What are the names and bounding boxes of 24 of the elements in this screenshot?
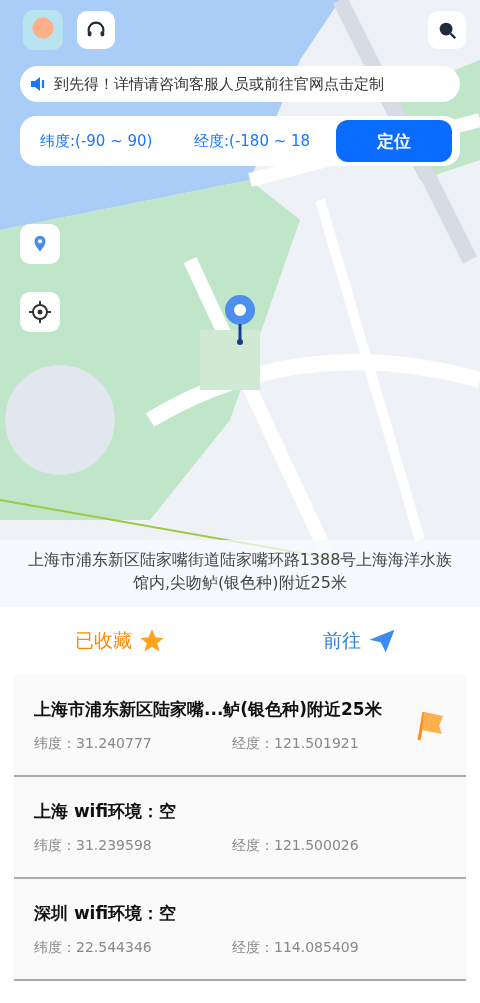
locate-button[interactable]: 定位	[336, 120, 452, 162]
location-item[interactable]: 深圳 wifi环境：空 纬度：22.544346 经度：114.085409	[14, 879, 466, 981]
crosshair-icon	[28, 300, 52, 324]
headset-button[interactable]	[77, 11, 115, 49]
notice-text: 到先得！详情请咨询客服人员或前往官网点击定制	[54, 74, 384, 94]
longitude-value: 经度：114.085409	[232, 938, 359, 957]
my-location-button[interactable]	[20, 292, 60, 332]
latitude-value: 纬度：31.239598	[34, 836, 153, 855]
address-text: 上海市浦东新区陆家嘴街道陆家嘴环路1388号上海海洋水族馆内,尖吻鲈(银色种)附近25米	[26, 549, 454, 594]
longitude-value: 经度：121.500026	[232, 836, 359, 855]
longitude-value: 经度：121.501921	[232, 734, 359, 753]
longitude-field[interactable]: 经度:(-180 ~ 18	[194, 132, 334, 150]
latitude-value: 纬度：22.544346	[34, 938, 153, 957]
location-item[interactable]: 上海 wifi环境：空 纬度：31.239598 经度：121.500026	[14, 777, 466, 879]
location-title: 深圳 wifi环境：空	[34, 901, 178, 925]
search-button[interactable]	[428, 11, 466, 49]
location-item[interactable]: 上海市浦东新区陆家嘴...鲈(银色种)附近25米 纬度：31.240777 经度：121.501921	[14, 675, 466, 777]
location-title: 上海 wifi环境：空	[34, 799, 178, 823]
layers-button[interactable]	[20, 224, 60, 264]
latitude-field[interactable]: 纬度:(-90 ~ 90)	[40, 132, 190, 150]
location-pin-icon	[224, 294, 256, 346]
go-button[interactable]: 前往	[240, 607, 480, 675]
latitude-value: 纬度：31.240777	[34, 734, 153, 753]
location-title: 上海市浦东新区陆家嘴...鲈(银色种)附近25米	[34, 697, 383, 721]
